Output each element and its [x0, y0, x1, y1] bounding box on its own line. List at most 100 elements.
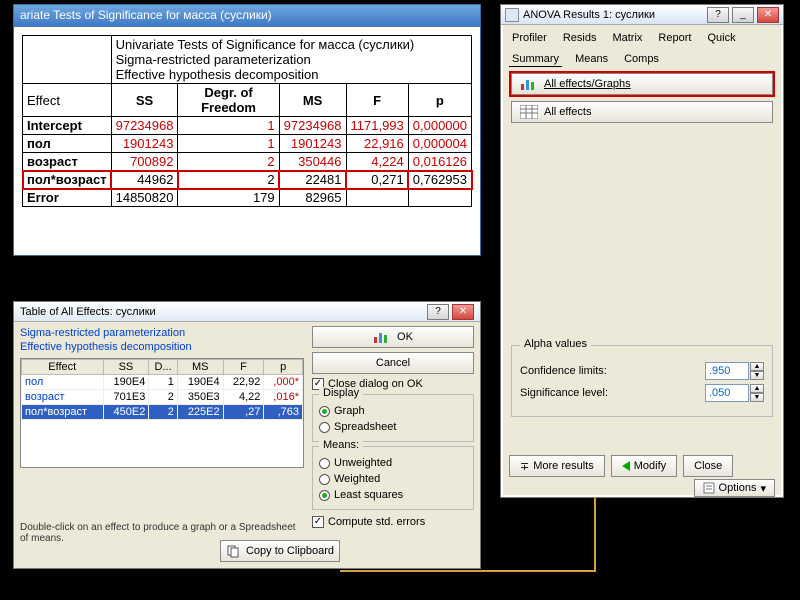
display-graph-radio[interactable] [319, 406, 330, 417]
col-ms: MS [279, 84, 346, 117]
mini-col-f: F [223, 360, 264, 375]
means-unweighted-radio[interactable] [319, 458, 330, 469]
table-desc-1: Univariate Tests of Significance for мас… [116, 37, 467, 52]
ok-label: OK [397, 331, 413, 343]
close-button[interactable]: ✕ [757, 7, 779, 23]
means-weighted-radio[interactable] [319, 474, 330, 485]
col-ss: SS [111, 84, 178, 117]
display-sheet-radio[interactable] [319, 422, 330, 433]
tab-means[interactable]: Means [572, 52, 611, 67]
all-effects-graphs-button[interactable]: All effects/Graphs [511, 73, 773, 95]
dialog-titlebar: ANOVA Results 1: суслики ? _ ✕ [501, 5, 783, 25]
mini-col-ms: MS [177, 360, 223, 375]
significance-spin-down[interactable]: ▼ [750, 393, 764, 402]
table-desc-3: Effective hypothesis decomposition [116, 67, 467, 82]
compute-stderr-checkbox[interactable]: ✓ [312, 516, 324, 528]
confidence-spin-down[interactable]: ▼ [750, 371, 764, 380]
cancel-label: Cancel [376, 357, 410, 369]
means-ls-label: Least squares [334, 489, 403, 501]
param-line-1: Sigma-restricted parameterization [20, 327, 304, 339]
ok-icon [373, 330, 391, 344]
compute-stderr-label: Compute std. errors [328, 516, 425, 528]
table-row: Intercept972349681972349681171,9930,0000… [23, 117, 472, 135]
copy-to-clipboard-button[interactable]: Copy to Clipboard [220, 540, 340, 562]
table-row: пол19012431190124322,9160,000004 [23, 135, 472, 153]
table-row[interactable]: возраст701E32350E34,22,016* [22, 390, 303, 405]
alpha-values-group: Alpha values Confidence limits: ▲ ▼ Sign… [511, 345, 773, 417]
confidence-label: Confidence limits: [520, 365, 699, 377]
significance-spin-up[interactable]: ▲ [750, 384, 764, 393]
options-label: Options [719, 482, 757, 494]
table-desc-2: Sigma-restricted parameterization [116, 52, 467, 67]
close-label: Close [694, 460, 722, 472]
tab-matrix[interactable]: Matrix [609, 31, 645, 46]
means-weighted-label: Weighted [334, 473, 380, 485]
minimize-button[interactable]: _ [732, 7, 754, 23]
all-effects-graphs-label: All effects/Graphs [544, 78, 631, 90]
col-f: F [346, 84, 408, 117]
all-effects-label: All effects [544, 106, 592, 118]
effects-table[interactable]: Effect SS D... MS F p пол190E41190E422,9… [20, 358, 304, 468]
tab-resids[interactable]: Resids [560, 31, 600, 46]
significance-label: Significance level: [520, 387, 699, 399]
anova-table-window: ariate Tests of Significance for масса (… [13, 4, 481, 256]
table-row: Error1485082017982965 [23, 189, 472, 207]
dropdown-icon: ▾ [760, 482, 766, 495]
tab-quick[interactable]: Quick [704, 31, 738, 46]
param-line-2: Effective hypothesis decomposition [20, 341, 304, 353]
col-df: Degr. of Freedom [178, 84, 279, 117]
modify-label: Modify [634, 460, 666, 472]
mini-col-p: p [264, 360, 303, 375]
tab-profiler[interactable]: Profiler [509, 31, 550, 46]
options-button[interactable]: Options ▾ [694, 479, 775, 497]
confidence-input[interactable] [705, 362, 749, 380]
all-effects-dialog: Table of All Effects: суслики ? ✕ Sigma-… [13, 301, 481, 569]
tab-report[interactable]: Report [655, 31, 694, 46]
col-p: p [408, 84, 471, 117]
anova-table: Univariate Tests of Significance for мас… [22, 35, 472, 207]
dialog-title: Table of All Effects: суслики [20, 306, 427, 318]
copy-label: Copy to Clipboard [246, 545, 334, 557]
tabs: Profiler Resids Matrix Report Quick Summary Me… [501, 25, 783, 67]
arrow-left-icon [622, 461, 630, 471]
dialog-title: ANOVA Results 1: суслики [523, 9, 707, 21]
close-dialog-button[interactable]: Close [683, 455, 733, 477]
mini-col-effect: Effect [22, 360, 104, 375]
app-icon [505, 8, 519, 22]
mini-col-df: D... [149, 360, 177, 375]
more-results-button[interactable]: ∓ More results [509, 455, 605, 477]
table-row[interactable]: пол*возраст450E22225E2,27,763 [22, 405, 303, 420]
confidence-spin-up[interactable]: ▲ [750, 362, 764, 371]
modify-button[interactable]: Modify [611, 455, 677, 477]
help-button[interactable]: ? [707, 7, 729, 23]
expand-icon: ∓ [520, 460, 529, 473]
tab-comps[interactable]: Comps [621, 52, 662, 67]
dialog-titlebar: Table of All Effects: суслики ? ✕ [14, 302, 480, 322]
means-group: Means: Unweighted Weighted Least squares [312, 446, 474, 510]
all-effects-button[interactable]: All effects [511, 101, 773, 123]
window-titlebar: ariate Tests of Significance for масса (… [14, 5, 480, 27]
table-row: пол*возраст449622224810,2710,762953 [23, 171, 472, 189]
means-ls-radio[interactable] [319, 490, 330, 501]
close-button[interactable]: ✕ [452, 304, 474, 320]
ok-button[interactable]: OK [312, 326, 474, 348]
display-legend: Display [319, 387, 363, 399]
help-button[interactable]: ? [427, 304, 449, 320]
table-row: возраст70089223504464,2240,016126 [23, 153, 472, 171]
tab-summary[interactable]: Summary [509, 52, 562, 67]
display-graph-label: Graph [334, 405, 365, 417]
mini-col-ss: SS [103, 360, 149, 375]
display-group: Display Graph Spreadsheet [312, 394, 474, 442]
anova-results-dialog: ANOVA Results 1: суслики ? _ ✕ Profiler R… [500, 4, 784, 498]
means-legend: Means: [319, 439, 363, 451]
significance-input[interactable] [705, 384, 749, 402]
graphs-icon [520, 77, 538, 91]
alpha-legend: Alpha values [520, 338, 591, 350]
col-effect: Effect [23, 84, 112, 117]
more-results-label: More results [533, 460, 594, 472]
means-unweighted-label: Unweighted [334, 457, 392, 469]
table-row[interactable]: пол190E41190E422,92,000* [22, 375, 303, 390]
clipboard-icon [226, 544, 240, 558]
cancel-button[interactable]: Cancel [312, 352, 474, 374]
options-icon [703, 482, 715, 494]
